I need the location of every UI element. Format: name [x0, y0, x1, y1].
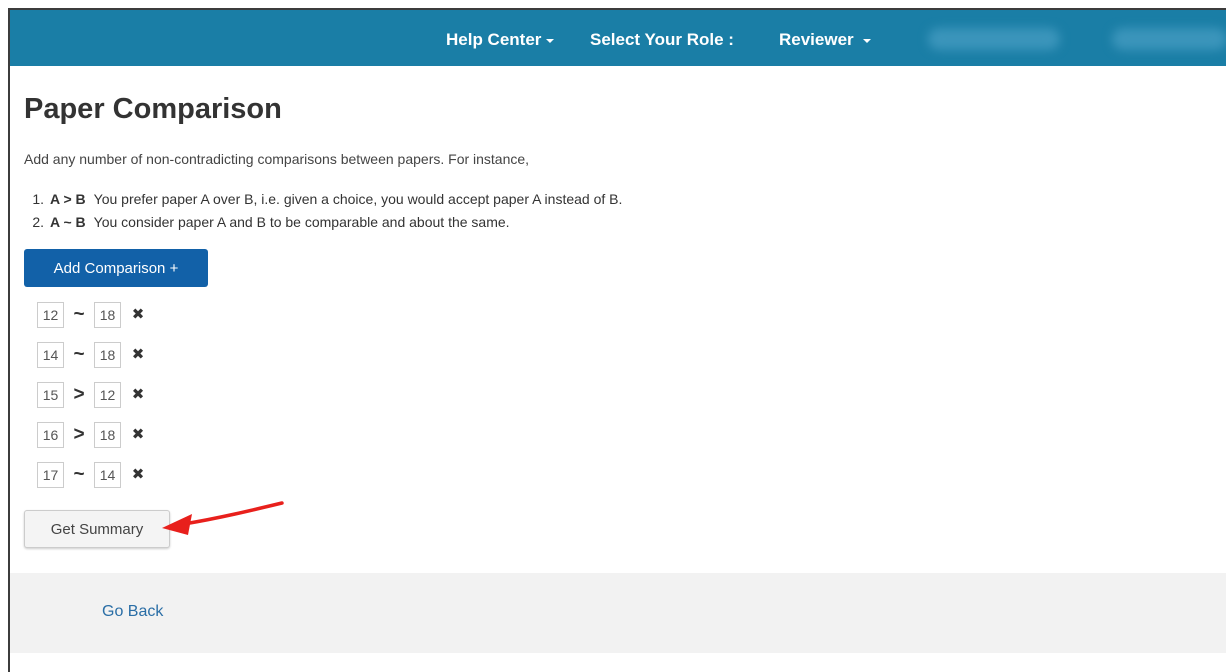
rule-item: 2. A ~ B You consider paper A and B to be … [24, 211, 622, 234]
redacted-nav-item [1112, 28, 1226, 50]
paper-a-input[interactable] [37, 342, 64, 368]
comparison-operator: ~ [73, 304, 85, 325]
add-comparison-button[interactable]: Add Comparison + [24, 249, 208, 287]
paper-b-input[interactable] [94, 302, 121, 328]
paper-b-input[interactable] [94, 462, 121, 488]
annotation-arrow-icon [162, 501, 284, 535]
redacted-nav-item [928, 28, 1060, 50]
help-center-label: Help Center [446, 30, 542, 49]
comparison-operator: > [73, 384, 85, 405]
page-title: Paper Comparison [24, 93, 282, 125]
intro-text: Add any number of non-contradicting comp… [24, 151, 530, 167]
rule-expression: A ~ B [50, 214, 86, 230]
help-center-menu[interactable]: Help Center [446, 10, 555, 66]
paper-a-input[interactable] [37, 382, 64, 408]
remove-comparison-icon[interactable]: ✖ [130, 342, 146, 368]
chevron-down-icon [546, 38, 555, 43]
comparison-operator: ~ [73, 464, 85, 485]
rule-item: 1. A > B You prefer paper A over B, i.e. g… [24, 188, 622, 211]
rule-text: You consider paper A and B to be compara… [93, 214, 510, 230]
comparison-operator: > [73, 424, 85, 445]
paper-b-input[interactable] [94, 382, 121, 408]
rule-expression: A > B [50, 191, 86, 207]
paper-a-input[interactable] [37, 422, 64, 448]
footer-panel: Go Back [10, 573, 1226, 653]
paper-b-input[interactable] [94, 342, 121, 368]
role-dropdown[interactable]: Reviewer [779, 10, 871, 66]
rules-list: 1. A > B You prefer paper A over B, i.e. g… [24, 188, 622, 234]
remove-comparison-icon[interactable]: ✖ [130, 302, 146, 328]
paper-a-input[interactable] [37, 462, 64, 488]
chevron-down-icon [862, 38, 871, 43]
rule-number: 2. [32, 214, 44, 230]
rule-text: You prefer paper A over B, i.e. given a … [93, 191, 623, 207]
comparison-operator: ~ [73, 344, 85, 365]
get-summary-button[interactable]: Get Summary [24, 510, 170, 548]
rule-number: 1. [32, 191, 44, 207]
remove-comparison-icon[interactable]: ✖ [130, 462, 146, 488]
top-navbar: Help Center Select Your Role : Reviewer [10, 10, 1226, 66]
paper-b-input[interactable] [94, 422, 121, 448]
remove-comparison-icon[interactable]: ✖ [130, 422, 146, 448]
paper-a-input[interactable] [37, 302, 64, 328]
role-label: Select Your Role : [590, 30, 734, 49]
browser-frame: Help Center Select Your Role : Reviewer … [8, 8, 1226, 672]
role-value: Reviewer [779, 30, 854, 49]
go-back-link[interactable]: Go Back [102, 603, 163, 621]
remove-comparison-icon[interactable]: ✖ [130, 382, 146, 408]
